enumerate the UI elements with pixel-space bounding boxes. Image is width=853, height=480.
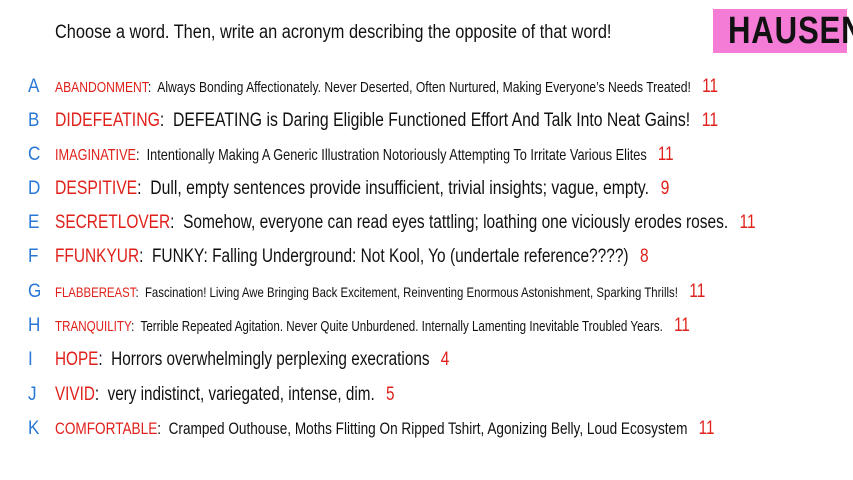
entry-word: FLABBEREAST <box>55 284 136 300</box>
entry-letter: F <box>28 246 39 267</box>
entry-word: FFUNKYUR <box>55 246 140 267</box>
entry-word: TRANQUILITY <box>55 319 132 335</box>
entry-word: VIVID <box>55 384 95 405</box>
entry-word: IMAGINATIVE <box>55 147 137 164</box>
entry-count: 5 <box>385 384 395 405</box>
entry-word: COMFORTABLE <box>55 419 158 438</box>
entry-acronym: Dull, empty sentences provide insufficie… <box>150 178 650 199</box>
entry-acronym: Horrors overwhelmingly perplexing execra… <box>111 349 430 370</box>
entry-count: 11 <box>701 110 719 131</box>
prompt-text: Choose a word. Then, write an acronym de… <box>55 22 612 43</box>
entry-letter: J <box>28 384 37 405</box>
entry-count: 9 <box>660 178 670 199</box>
entry-letter: E <box>28 212 40 233</box>
entry-acronym: Intentionally Making A Generic Illustrat… <box>146 147 647 164</box>
entry-letter: B <box>28 110 40 131</box>
entry-word: DIDEFEATING <box>55 110 160 131</box>
entry-letter: A <box>28 76 40 97</box>
entry-count: 11 <box>739 212 756 233</box>
entry-letter: I <box>28 349 33 370</box>
entry-count: 11 <box>698 418 715 439</box>
entry-letter: K <box>28 418 40 439</box>
entry-count: 11 <box>689 281 706 302</box>
entry-acronym: Terrible Repeated Agitation. Never Quite… <box>140 319 663 335</box>
entry-count: 8 <box>639 246 649 267</box>
entry-letter: G <box>28 281 42 302</box>
entry-letter: H <box>28 315 41 336</box>
entry-count: 11 <box>674 315 690 336</box>
logo-text: HAUSEN <box>727 10 853 52</box>
entry-acronym: Fascination! Living Awe Bringing Back Ex… <box>144 284 678 300</box>
entry-letter: C <box>28 144 41 165</box>
entry-acronym: DEFEATING is Daring Eligible Functioned … <box>173 110 691 131</box>
entry-word: ABANDONMENT <box>55 79 148 96</box>
entry-letter: D <box>28 178 41 199</box>
entry-acronym: very indistinct, variegated, intense, di… <box>107 384 375 405</box>
entry-acronym: Always Bonding Affectionately. Never Des… <box>157 79 691 96</box>
entry-word: SECRETLOVER <box>55 212 171 233</box>
entry-acronym: Cramped Outhouse, Moths Flitting On Ripp… <box>168 419 688 438</box>
entry-word: HOPE <box>55 349 99 370</box>
entry-acronym: Somehow, everyone can read eyes tattling… <box>183 212 729 233</box>
channel-logo: HAUSEN <box>713 9 853 53</box>
entry-word: DESPITIVE <box>55 178 138 199</box>
entry-count: 11 <box>657 144 674 165</box>
entry-count: 4 <box>440 349 450 370</box>
entry-acronym: FUNKY: Falling Underground: Not Kool, Yo… <box>151 246 629 267</box>
entry-count: 11 <box>702 76 719 97</box>
